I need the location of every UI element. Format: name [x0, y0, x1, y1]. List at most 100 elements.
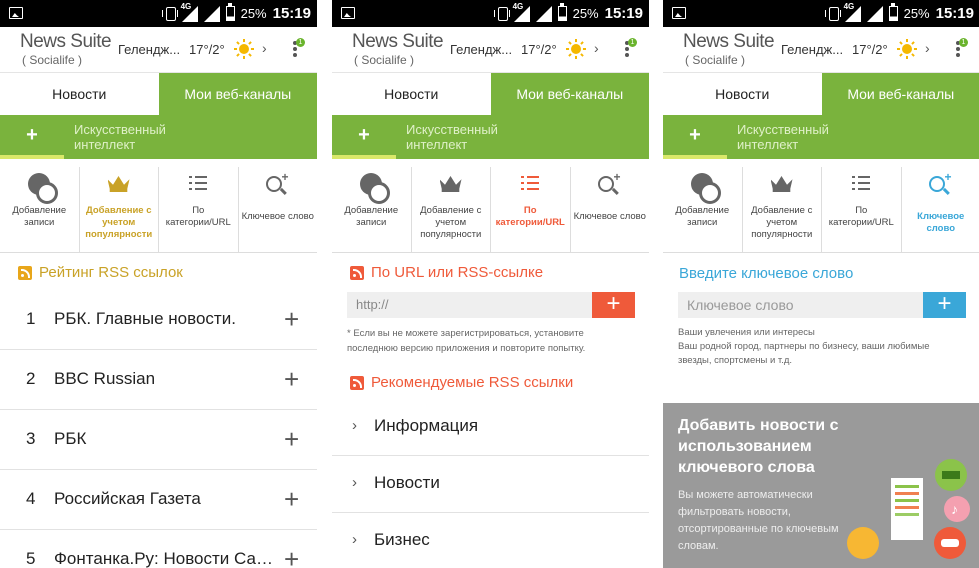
chevron-right-icon: › — [352, 417, 357, 434]
recommended-categories: › Информация › Новости › Бизнес — [332, 399, 649, 568]
category-item[interactable]: › Бизнес — [332, 513, 649, 568]
tab-news[interactable]: Новости — [332, 73, 491, 115]
sun-icon[interactable] — [234, 39, 254, 59]
vibrate-icon — [161, 6, 178, 21]
app-bar: News Suite( Socialife ) Гелендж... 17°/2… — [663, 27, 979, 73]
shirt-icon — [847, 527, 879, 559]
section-heading: Рейтинг RSS ссылок — [18, 264, 183, 281]
add-tab-button[interactable]: + — [0, 115, 64, 159]
signal-icon: 4G — [181, 2, 198, 22]
keyword-input[interactable]: Ключевое слово — [678, 292, 923, 318]
search-add-icon: + — [928, 170, 953, 197]
add-icon[interactable]: + — [284, 544, 299, 568]
search-add-icon: + — [597, 170, 622, 197]
vibrate-icon — [824, 6, 841, 21]
battery-percent: 25% — [903, 6, 930, 21]
status-bar: 4G 25% 15:19 — [332, 0, 649, 27]
tab-news[interactable]: Новости — [663, 73, 822, 115]
add-icon[interactable]: + — [284, 364, 299, 395]
keyword-hint: Ваши увлечения или интересы Ваш родной го… — [678, 327, 930, 366]
add-options: Добавление записи Добавление с учетом попул… — [332, 167, 649, 253]
chevron-right-icon: › — [352, 474, 357, 491]
main-tabs: Новости Мои веб-каналы — [663, 73, 979, 115]
option-keyword[interactable]: + Ключевое слово — [571, 167, 650, 252]
tab-news[interactable]: Новости — [0, 73, 159, 115]
weather-temp[interactable]: 17°/2° — [189, 42, 225, 57]
option-add-record[interactable]: Добавление записи — [663, 167, 743, 252]
add-icon[interactable]: + — [284, 484, 299, 515]
screen-popular: 4G 25% 15:19 News Suite( Socialife ) Гел… — [0, 0, 317, 568]
category-item[interactable]: › Новости — [332, 456, 649, 513]
globe-icon — [28, 173, 58, 204]
list-icon — [189, 176, 207, 192]
weather-temp[interactable]: 17°/2° — [852, 42, 888, 57]
add-tab-button[interactable]: + — [663, 115, 727, 159]
tab-my-channels[interactable]: Мои веб-каналы — [821, 73, 979, 115]
overflow-menu-icon[interactable]: 1 — [625, 38, 637, 59]
crown-icon — [770, 176, 793, 192]
app-logo: News Suite( Socialife ) — [352, 31, 444, 67]
option-keyword[interactable]: + Ключевое слово — [902, 167, 979, 252]
url-input[interactable]: http:// — [347, 292, 592, 318]
weather-city[interactable]: Гелендж... — [450, 42, 512, 57]
clock: 15:19 — [935, 5, 974, 22]
add-tab-button[interactable]: + — [332, 115, 396, 159]
option-keyword[interactable]: + Ключевое слово — [239, 167, 318, 252]
weather-temp[interactable]: 17°/2° — [521, 42, 557, 57]
tab-my-channels[interactable]: Мои веб-каналы — [158, 73, 317, 115]
rss-icon — [18, 265, 32, 280]
option-category-url[interactable]: По категории/URL — [822, 167, 902, 252]
globe-icon — [691, 173, 721, 204]
signal-strength-icon — [203, 5, 220, 22]
image-notification-icon — [672, 7, 686, 19]
overflow-menu-icon[interactable]: 1 — [293, 38, 305, 59]
vibrate-icon — [493, 6, 510, 21]
clock: 15:19 — [272, 5, 311, 22]
list-item[interactable]: 1 РБК. Главные новости. + — [0, 290, 317, 350]
status-bar: 4G 25% 15:19 — [663, 0, 979, 27]
overflow-menu-icon[interactable]: 1 — [956, 38, 968, 59]
add-keyword-button[interactable]: + — [923, 292, 966, 318]
ai-bar: + Искусственный интеллект — [0, 115, 317, 159]
add-options: Добавление записи Добавление с учетом попул… — [0, 167, 317, 253]
weather-city[interactable]: Гелендж... — [781, 42, 843, 57]
screenshot-collage: 4G 25% 15:19 News Suite( Socialife ) Гел… — [0, 0, 979, 568]
rss-rating-list: 1 РБК. Главные новости. + 2 BBC Russian + 3Р… — [0, 290, 317, 568]
image-notification-icon — [9, 7, 23, 19]
option-category-url[interactable]: По категории/URL — [159, 167, 239, 252]
option-add-record[interactable]: Добавление записи — [332, 167, 412, 252]
sun-icon[interactable] — [897, 39, 917, 59]
add-icon[interactable]: + — [284, 424, 299, 455]
list-item[interactable]: 4 Российская Газета + — [0, 470, 317, 530]
ai-tab[interactable]: Искусственный интеллект — [74, 122, 166, 152]
chevron-right-icon[interactable]: › — [925, 40, 930, 56]
battery-percent: 25% — [572, 6, 599, 21]
option-popular[interactable]: Добавление с учетом популярности — [80, 167, 159, 252]
promo-banner: Добавить новости с использованием ключев… — [663, 403, 979, 568]
chevron-right-icon[interactable]: › — [262, 40, 267, 56]
add-icon[interactable]: + — [284, 304, 299, 335]
weather-city[interactable]: Гелендж... — [118, 42, 180, 57]
battery-icon — [557, 3, 567, 21]
option-category-url[interactable]: По категории/URL — [491, 167, 571, 252]
list-icon — [521, 176, 539, 192]
option-popular[interactable]: Добавление с учетом популярности — [743, 167, 822, 252]
option-popular[interactable]: Добавление с учетом популярности — [412, 167, 491, 252]
ai-tab[interactable]: Искусственный интеллект — [406, 122, 498, 152]
list-item[interactable]: 3 РБК + — [0, 410, 317, 470]
status-bar: 4G 25% 15:19 — [0, 0, 317, 27]
ai-tab[interactable]: Искусственный интеллект — [737, 122, 829, 152]
list-item[interactable]: 5 Фонтанка.Ру: Новости Сан... + — [0, 530, 317, 568]
search-add-icon: + — [265, 170, 290, 197]
chevron-right-icon[interactable]: › — [594, 40, 599, 56]
option-add-record[interactable]: Добавление записи — [0, 167, 80, 252]
sun-icon[interactable] — [566, 39, 586, 59]
list-item[interactable]: 2 BBC Russian + — [0, 350, 317, 410]
category-item[interactable]: › Информация — [332, 399, 649, 456]
tab-my-channels[interactable]: Мои веб-каналы — [490, 73, 649, 115]
url-input-row: http:// + — [347, 292, 635, 318]
section-heading: По URL или RSS-ссылке — [350, 264, 543, 281]
app-logo: News Suite( Socialife ) — [683, 31, 775, 67]
list-icon — [852, 176, 870, 192]
add-url-button[interactable]: + — [592, 292, 635, 318]
